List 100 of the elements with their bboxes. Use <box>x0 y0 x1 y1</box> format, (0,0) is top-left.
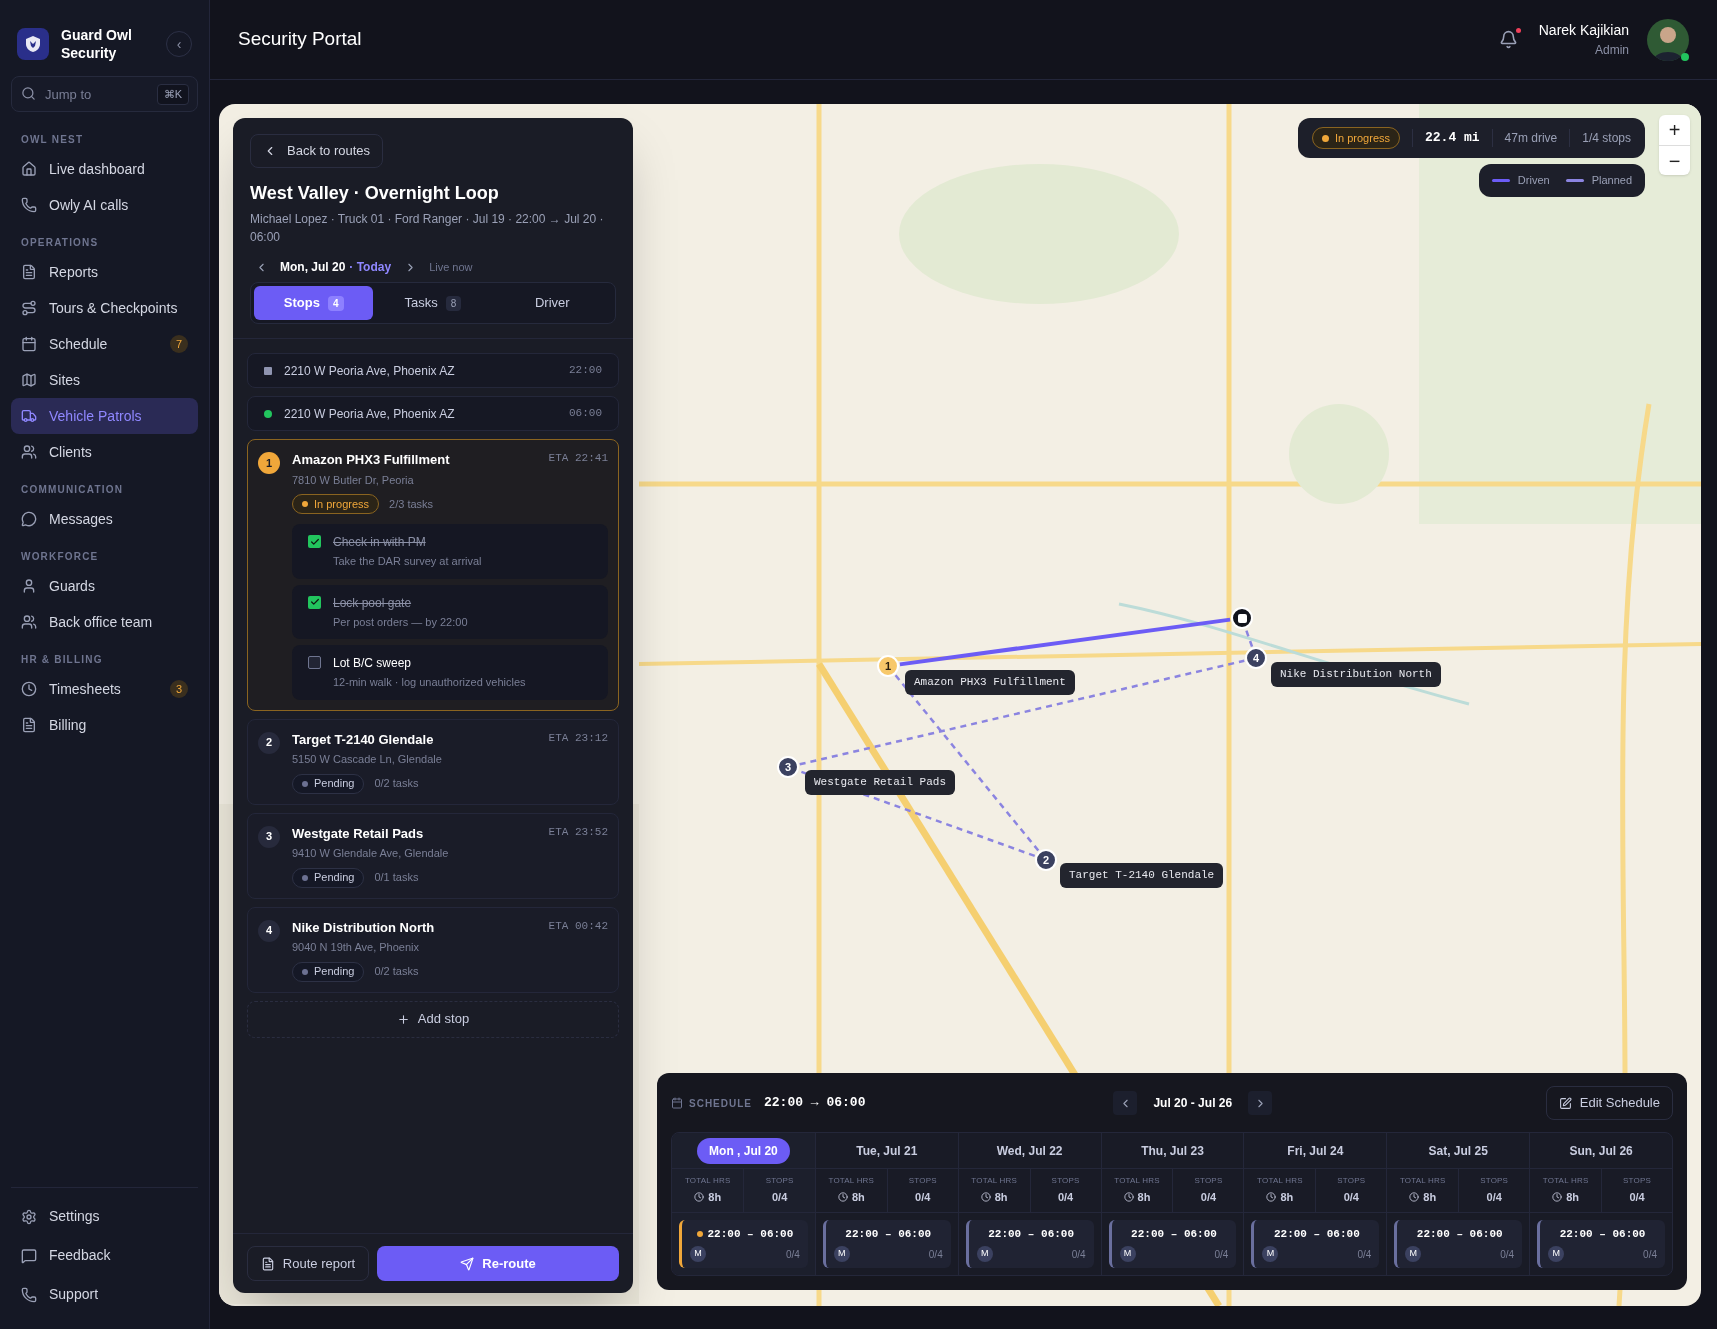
shift-card[interactable]: 22:00 – 06:00 M 0/4 <box>1394 1219 1523 1268</box>
endpoint-row[interactable]: 2210 W Peoria Ave, Phoenix AZ 22:00 <box>247 353 619 388</box>
week-range: Jul 20 - Jul 26 <box>1153 1095 1233 1112</box>
nav-item[interactable]: Back office team <box>11 604 198 640</box>
task-count: 0/2 tasks <box>374 776 419 792</box>
shift-time: 22:00 – 06:00 <box>1131 1226 1217 1242</box>
task-count: 2/3 tasks <box>389 496 434 512</box>
shift-card[interactable]: 22:00 – 06:00 M 0/4 <box>679 1219 808 1268</box>
user-avatar[interactable] <box>1647 18 1689 61</box>
route-report-button[interactable]: Route report <box>247 1246 369 1281</box>
shift-card[interactable]: 22:00 – 06:00 M 0/4 <box>1251 1219 1380 1268</box>
stops-count: 0/4 <box>1057 1190 1074 1205</box>
status-pill: In progress <box>1311 127 1400 149</box>
task-item[interactable]: Lock pool gate Per post orders — by 22:00 <box>292 584 608 639</box>
nav-item[interactable]: Guards <box>11 568 198 604</box>
count-badge: 3 <box>170 680 188 698</box>
user-name: Narek Kajikian <box>1538 21 1629 40</box>
day-header[interactable]: Mon , Jul 20 <box>697 1137 790 1164</box>
users-icon <box>21 444 37 460</box>
day-header[interactable]: Tue, Jul 21 <box>856 1141 918 1160</box>
total-hours: 8h <box>994 1190 1008 1205</box>
nav-section-title: HR & BILLING <box>20 653 104 667</box>
nav-item[interactable]: Clients <box>11 434 198 470</box>
task-checkbox[interactable] <box>308 656 321 669</box>
nav-item[interactable]: Settings <box>11 1198 198 1235</box>
user-icon <box>21 578 37 594</box>
stop-card[interactable]: 4 Nike Distribution North ETA 00:42 9040 N 19th Ave, Phoenix Pending 0/2 tasks <box>247 906 619 993</box>
user-role: Admin <box>1595 42 1629 59</box>
task-item[interactable]: Check in with PM Take the DAR survey at arrival <box>292 524 608 579</box>
task-note: Take the DAR survey at arrival <box>333 554 482 569</box>
stop-name: Nike Distribution North <box>292 918 435 937</box>
edit-schedule-button[interactable]: Edit Schedule <box>1545 1086 1673 1120</box>
stop-address: 7810 W Butler Dr, Peoria <box>292 472 415 488</box>
stop-card[interactable] <box>247 439 619 711</box>
tab[interactable]: Tasks 8 <box>373 286 493 320</box>
reroute-button[interactable]: Re-route <box>377 1246 619 1281</box>
endpoint-row[interactable]: 2210 W Peoria Ave, Phoenix AZ 06:00 <box>247 396 619 431</box>
clock-icon <box>837 1192 848 1203</box>
day-header[interactable]: Fri, Jul 24 <box>1287 1141 1344 1160</box>
nav-item[interactable]: Feedback <box>11 1237 198 1274</box>
live-label: Live now <box>429 259 473 275</box>
tab[interactable]: Stops 4 <box>254 286 374 320</box>
shift-card[interactable]: 22:00 – 06:00 M 0/4 <box>1108 1219 1237 1268</box>
nav-item[interactable]: Billing <box>11 707 198 743</box>
nav-item[interactable]: Live dashboard <box>11 151 198 187</box>
task-checkbox[interactable] <box>308 595 321 609</box>
shift-progress: 0/4 <box>1357 1247 1372 1262</box>
stop-card[interactable]: 3 Westgate Retail Pads ETA 23:52 9410 W Glendale Ave, Glendale Pending 0/1 tasks <box>247 812 619 899</box>
status-pill: Pending <box>292 867 365 888</box>
guard-avatar: M <box>1548 1246 1565 1262</box>
phone-icon <box>21 197 37 213</box>
stop-card[interactable]: 2 Target T-2140 Glendale ETA 23:12 5150 W Cascade Ln, Glendale Pending 0/2 tasks <box>247 718 619 805</box>
nav-item[interactable]: Support <box>11 1276 198 1313</box>
stat-label: TOTAL HRS <box>1399 1175 1446 1187</box>
zoom-in-button[interactable]: + <box>1659 115 1690 145</box>
nav-item[interactable]: Timesheets 3 <box>11 671 198 707</box>
shift-card[interactable]: 22:00 – 06:00 M 0/4 <box>822 1219 951 1268</box>
nav-item[interactable]: Schedule 7 <box>11 326 198 362</box>
next-week-button[interactable] <box>1248 1091 1273 1115</box>
nav-item[interactable]: Owly AI calls <box>11 187 198 223</box>
stat-label: STOPS <box>1480 1175 1509 1187</box>
shift-card[interactable]: 22:00 – 06:00 M 0/4 <box>965 1219 1094 1268</box>
day-header[interactable]: Wed, Jul 22 <box>996 1141 1063 1160</box>
document-icon <box>21 717 37 733</box>
clock-icon <box>1552 1192 1563 1203</box>
stat-label: STOPS <box>1051 1175 1080 1187</box>
day-header[interactable]: Sat, Jul 25 <box>1428 1141 1488 1160</box>
nav-section-title: OWL NEST <box>20 133 85 147</box>
stop-name: Westgate Retail Pads <box>292 824 424 843</box>
shift-time: 22:00 – 06:00 <box>1273 1226 1360 1242</box>
status-pill: In progress <box>292 494 380 514</box>
home-icon <box>21 161 37 177</box>
shift-card[interactable]: 22:00 – 06:00 M 0/4 <box>1537 1219 1665 1268</box>
plus-icon <box>396 1012 410 1026</box>
stop-eta: ETA 22:41 <box>548 451 608 466</box>
previous-week-button[interactable] <box>1113 1091 1138 1115</box>
day-header[interactable]: Thu, Jul 23 <box>1141 1141 1204 1160</box>
task-checkbox[interactable] <box>308 535 321 548</box>
stat-label: TOTAL HRS <box>684 1175 731 1187</box>
schedule-label: SCHEDULE <box>689 1096 752 1111</box>
stops-count: 1/4 stops <box>1582 130 1631 147</box>
nav-item[interactable]: Tours & Checkpoints <box>11 290 198 326</box>
nav-item[interactable]: Messages <box>11 501 198 537</box>
back-button[interactable]: Back to routes <box>250 134 384 168</box>
chat-icon <box>21 511 37 527</box>
task-item[interactable]: Lot B/C sweep 12-min walk · log unauthorized vehicles <box>292 645 608 700</box>
zoom-out-button[interactable]: − <box>1659 145 1690 175</box>
search-icon <box>21 86 36 101</box>
day-header[interactable]: Sun, Jul 26 <box>1569 1141 1633 1160</box>
status-pill: Pending <box>292 961 365 982</box>
stops-count: 0/4 <box>1486 1190 1502 1205</box>
legend-label: Planned <box>1591 173 1632 189</box>
tab[interactable]: Driver <box>492 286 612 320</box>
stat-label: TOTAL HRS <box>971 1175 1017 1187</box>
stop-number: 2 <box>258 731 280 754</box>
nav-item[interactable]: Sites <box>11 362 198 398</box>
total-hours: 8h <box>1280 1190 1294 1205</box>
nav-item[interactable]: Vehicle Patrols <box>11 398 198 434</box>
add-stop-button[interactable]: Add stop <box>247 1000 619 1038</box>
nav-item[interactable]: Reports <box>11 254 198 290</box>
